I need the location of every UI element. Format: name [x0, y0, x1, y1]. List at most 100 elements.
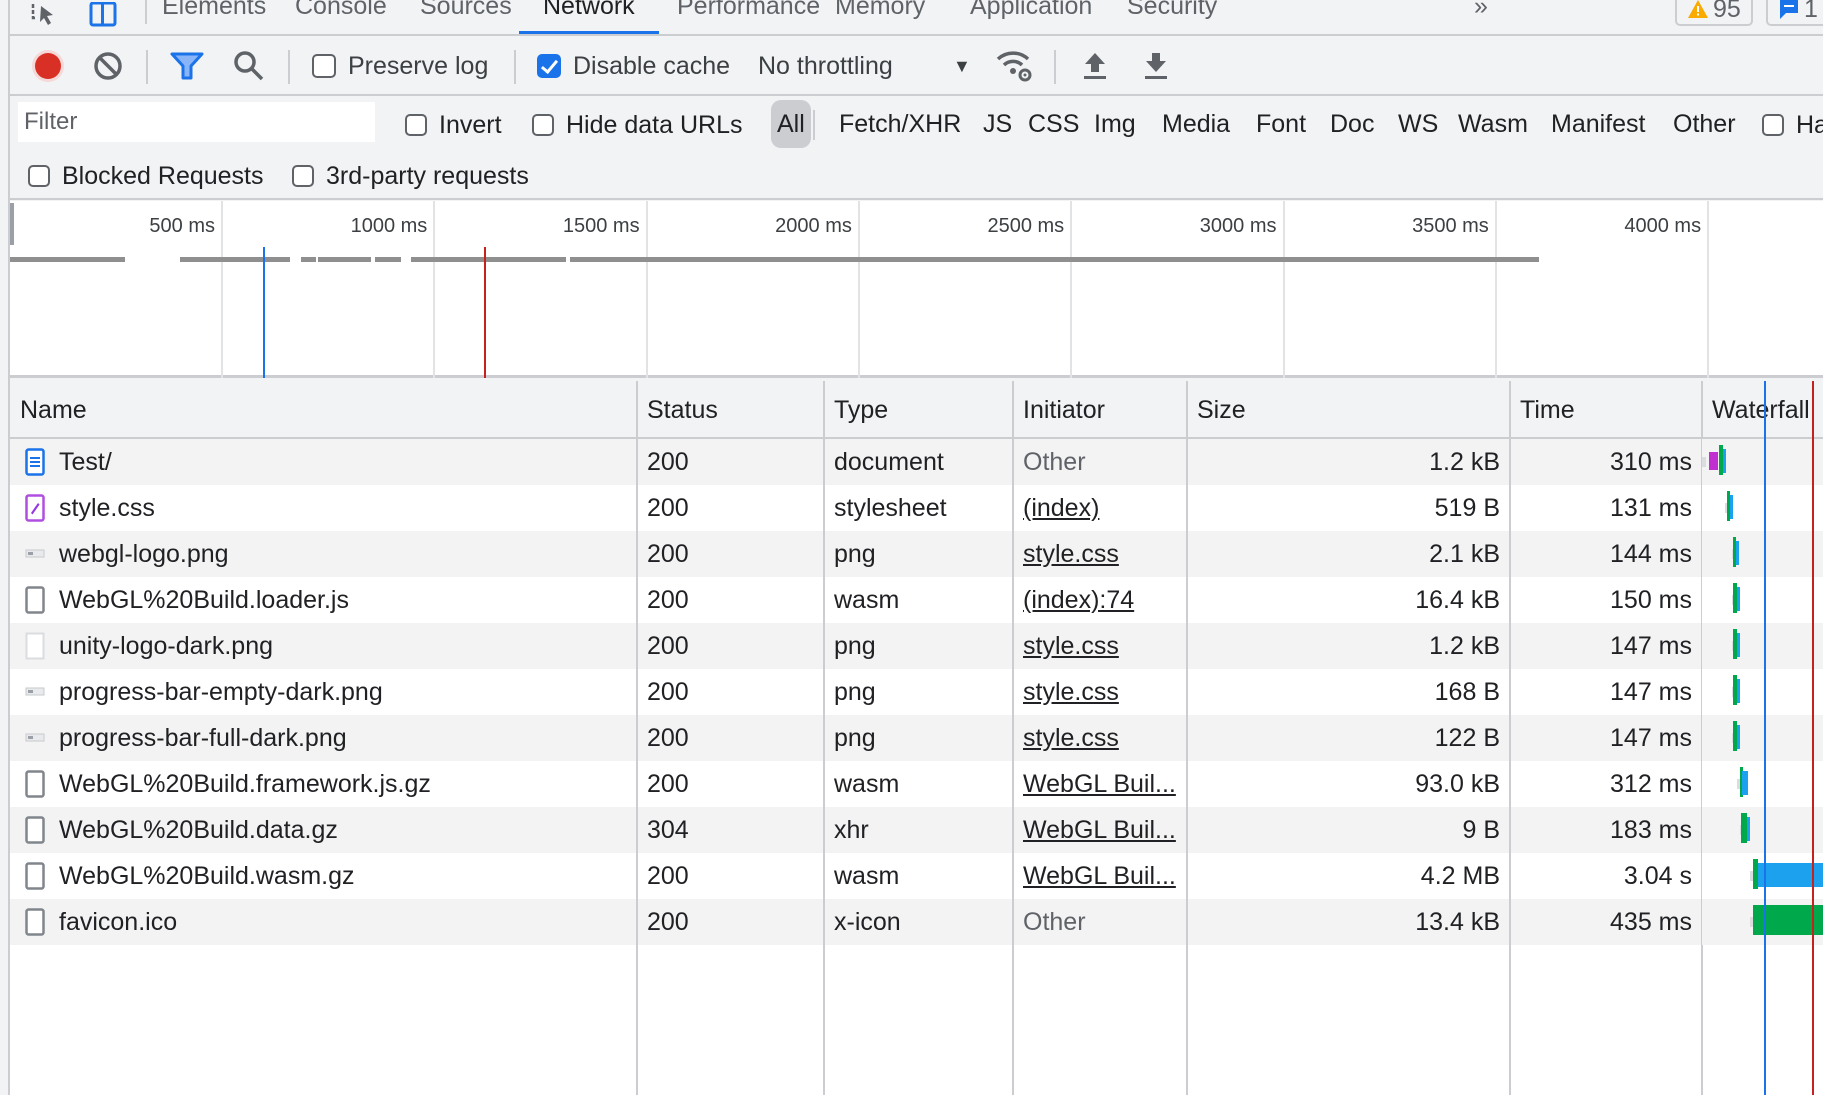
- invert-checkbox[interactable]: Invert: [405, 98, 502, 152]
- messages-badge[interactable]: 1: [1766, 0, 1823, 26]
- column-divider[interactable]: [1012, 381, 1014, 1095]
- type-filter-other[interactable]: Other: [1673, 100, 1736, 148]
- type-filter-fetch-xhr[interactable]: Fetch/XHR: [839, 100, 961, 148]
- cell-name[interactable]: webgl-logo.png: [24, 531, 631, 577]
- cell-name[interactable]: WebGL%20Build.wasm.gz: [24, 853, 631, 899]
- column-header-waterfall[interactable]: Waterfall: [1702, 381, 1823, 439]
- cell-name[interactable]: WebGL%20Build.loader.js: [24, 577, 631, 623]
- search-button[interactable]: [232, 36, 266, 96]
- preserve-log-checkbox[interactable]: Preserve log: [312, 36, 488, 96]
- column-divider[interactable]: [1509, 381, 1511, 1095]
- has-blocked-cookies-check[interactable]: [1762, 114, 1784, 136]
- initiator-link[interactable]: style.css: [1023, 678, 1119, 707]
- initiator-link[interactable]: WebGL Buil...: [1023, 862, 1176, 891]
- type-filter-manifest[interactable]: Manifest: [1551, 100, 1645, 148]
- type-filter-media[interactable]: Media: [1162, 100, 1230, 148]
- cell-time: 144 ms: [1520, 531, 1692, 577]
- tab-memory[interactable]: Memory: [811, 0, 949, 34]
- import-har-button[interactable]: [1082, 36, 1108, 96]
- third-party-requests-checkbox[interactable]: 3rd-party requests: [292, 152, 529, 200]
- initiator-link[interactable]: style.css: [1023, 724, 1119, 753]
- cell-name[interactable]: WebGL%20Build.framework.js.gz: [24, 761, 631, 807]
- record-button[interactable]: [30, 36, 66, 96]
- table-row[interactable]: Test/200 document Other 1.2 kB 310 ms: [10, 439, 1702, 485]
- column-header-size[interactable]: Size: [1187, 381, 1510, 439]
- blocked-requests-check[interactable]: [28, 165, 50, 187]
- type-filter-css[interactable]: CSS: [1028, 100, 1079, 148]
- type-filter-img[interactable]: Img: [1094, 100, 1136, 148]
- cell-name[interactable]: WebGL%20Build.data.gz: [24, 807, 631, 853]
- initiator-link[interactable]: WebGL Buil...: [1023, 770, 1176, 799]
- blocked-requests-checkbox[interactable]: Blocked Requests: [28, 152, 264, 200]
- initiator-link[interactable]: style.css: [1023, 540, 1119, 569]
- table-row[interactable]: style.css 200 stylesheet (index) 519 B 131 ms: [10, 485, 1702, 531]
- table-row[interactable]: progress-bar-empty-dark.png 200 png style.c…: [10, 669, 1702, 715]
- type-filter-all[interactable]: All: [771, 100, 811, 148]
- disable-cache-check[interactable]: [537, 54, 561, 78]
- tab-security[interactable]: Security: [1103, 0, 1241, 34]
- column-header-status[interactable]: Status: [637, 381, 824, 439]
- initiator-link[interactable]: WebGL Buil...: [1023, 816, 1176, 845]
- tab-console[interactable]: Console: [271, 0, 411, 34]
- initiator-link[interactable]: (index):74: [1023, 586, 1134, 615]
- table-row[interactable]: WebGL%20Build.framework.js.gz 200 wasm WebG…: [10, 761, 1702, 807]
- tab-application[interactable]: Application: [946, 0, 1116, 34]
- tab-network[interactable]: Network: [519, 0, 659, 34]
- column-divider[interactable]: [636, 381, 638, 1095]
- hide-data-urls-checkbox[interactable]: Hide data URLs: [532, 98, 742, 152]
- table-row[interactable]: WebGL%20Build.wasm.gz 200 wasm WebGL Buil..…: [10, 853, 1702, 899]
- cell-name[interactable]: unity-logo-dark.png: [24, 623, 631, 669]
- preserve-log-check[interactable]: [312, 54, 336, 78]
- initiator-link[interactable]: (index): [1023, 494, 1099, 523]
- column-divider[interactable]: [823, 381, 825, 1095]
- type-filter-font[interactable]: Font: [1256, 100, 1306, 148]
- clear-button[interactable]: [92, 36, 124, 96]
- cell-name[interactable]: style.css: [24, 485, 631, 531]
- cell-status: 200: [647, 715, 814, 761]
- table-row[interactable]: progress-bar-full-dark.png 200 png style.cs…: [10, 715, 1702, 761]
- column-header-time[interactable]: Time: [1510, 381, 1702, 439]
- export-har-button[interactable]: [1143, 36, 1169, 96]
- type-filter-wasm[interactable]: Wasm: [1458, 100, 1528, 148]
- type-filter-js[interactable]: JS: [983, 100, 1012, 148]
- cell-name[interactable]: progress-bar-empty-dark.png: [24, 669, 631, 715]
- invert-check[interactable]: [405, 114, 427, 136]
- network-conditions-button[interactable]: [995, 36, 1035, 96]
- filter-toggle-button[interactable]: [170, 36, 204, 96]
- column-header-name[interactable]: Name: [10, 381, 637, 439]
- type-filter-doc[interactable]: Doc: [1330, 100, 1374, 148]
- request-name: webgl-logo.png: [59, 539, 229, 568]
- tab-elements[interactable]: Elements: [138, 0, 290, 34]
- cell-status: 200: [647, 899, 814, 945]
- table-row[interactable]: unity-logo-dark.png 200 png style.css 1.2 kB…: [10, 623, 1702, 669]
- column-header-initiator[interactable]: Initiator: [1013, 381, 1187, 439]
- table-row[interactable]: webgl-logo.png 200 png style.css 2.1 kB 144 m…: [10, 531, 1702, 577]
- cell-name[interactable]: favicon.ico: [24, 899, 631, 945]
- column-header-type[interactable]: Type: [824, 381, 1013, 439]
- cell-name[interactable]: progress-bar-full-dark.png: [24, 715, 631, 761]
- overview-drag-handle[interactable]: [10, 203, 14, 245]
- has-blocked-cookies-checkbox[interactable]: Ha: [1762, 98, 1823, 152]
- inspect-element-icon[interactable]: [28, 0, 64, 30]
- third-party-requests-label: 3rd-party requests: [326, 161, 529, 190]
- network-overview-timeline[interactable]: 500 ms 1000 ms 1500 ms 2000 ms 2500 ms 3000 m…: [10, 201, 1823, 378]
- throttling-select[interactable]: No throttling ▼: [758, 36, 988, 96]
- third-party-requests-check[interactable]: [292, 165, 314, 187]
- waterfall-row: [1702, 531, 1823, 577]
- type-value: wasm: [834, 585, 900, 614]
- tab-sources[interactable]: Sources: [396, 0, 536, 34]
- request-name: style.css: [59, 493, 155, 522]
- table-row[interactable]: WebGL%20Build.loader.js 200 wasm (index):74…: [10, 577, 1702, 623]
- device-toolbar-icon[interactable]: [86, 0, 120, 30]
- type-filter-ws[interactable]: WS: [1398, 100, 1438, 148]
- column-divider[interactable]: [1186, 381, 1188, 1095]
- initiator-link[interactable]: style.css: [1023, 632, 1119, 661]
- more-tabs-button[interactable]: »: [1450, 0, 1512, 34]
- table-row[interactable]: WebGL%20Build.data.gz 304 xhr WebGL Buil...…: [10, 807, 1702, 853]
- warnings-badge[interactable]: 95: [1675, 0, 1753, 26]
- cell-name[interactable]: Test/: [24, 439, 631, 485]
- disable-cache-checkbox[interactable]: Disable cache: [537, 36, 730, 96]
- hide-data-urls-check[interactable]: [532, 114, 554, 136]
- filter-input[interactable]: [18, 102, 375, 142]
- table-row[interactable]: favicon.ico 200 x-icon Other 13.4 kB 435 ms: [10, 899, 1702, 945]
